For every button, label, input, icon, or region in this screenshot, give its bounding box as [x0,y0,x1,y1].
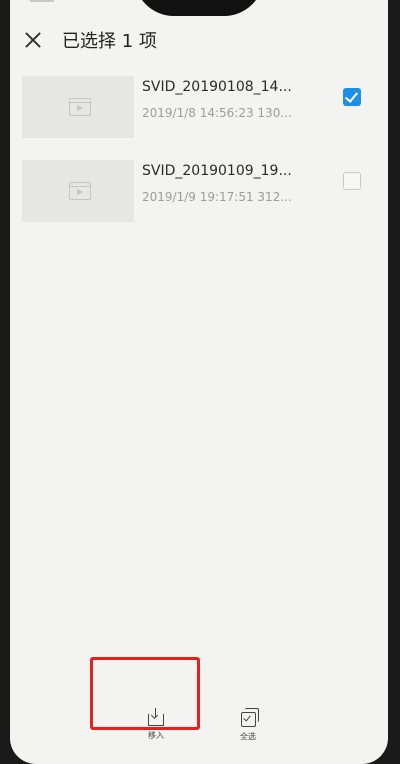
list-item[interactable]: SVID_20190109_19... 2019/1/9 19:17:51 31… [10,160,388,230]
select-checkbox[interactable] [343,172,361,190]
file-meta: 2019/1/9 19:17:51 312... [142,190,292,204]
status-bar-indicator [30,0,54,12]
close-icon[interactable] [22,29,44,51]
video-thumbnail [22,76,134,138]
app-screen: 已选择 1 项 SVID_20190108_14... 2019/1/8 14:… [10,0,388,764]
file-name: SVID_20190109_19... [142,163,292,179]
page-title: 已选择 1 项 [62,31,157,52]
video-thumbnail [22,160,134,222]
video-icon [69,182,91,200]
select-all-button[interactable]: 全选 [228,708,268,742]
move-in-label: 移入 [148,731,164,740]
list-item[interactable]: SVID_20190108_14... 2019/1/8 14:56:23 13… [10,76,388,146]
file-meta: 2019/1/8 14:56:23 130... [142,106,292,120]
selection-header: 已选择 1 项 [10,22,388,58]
camera-notch [134,0,264,16]
select-all-label: 全选 [240,732,256,741]
select-all-icon [240,708,259,727]
video-icon [69,98,91,116]
file-name: SVID_20190108_14... [142,79,292,95]
select-checkbox-checked[interactable] [343,88,361,106]
highlight-box [90,657,200,730]
